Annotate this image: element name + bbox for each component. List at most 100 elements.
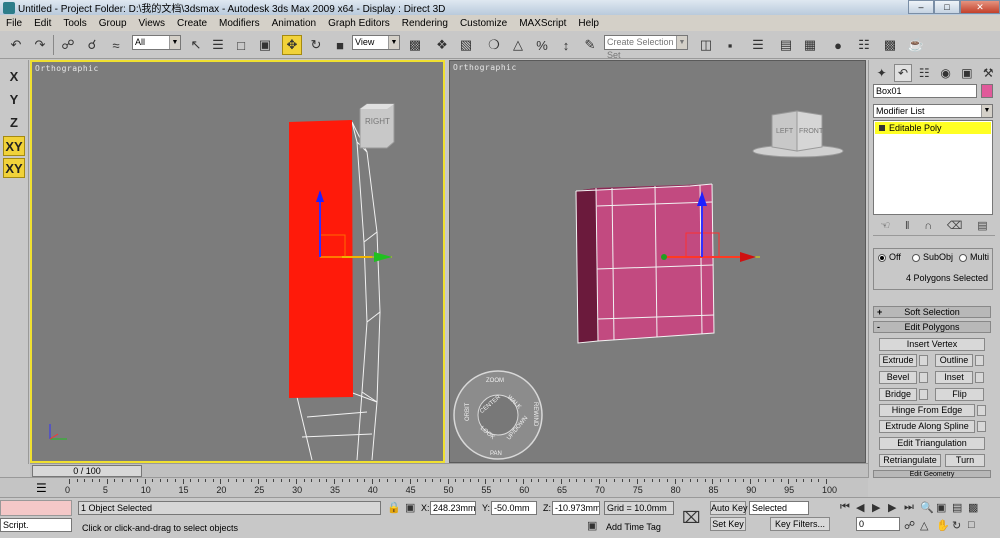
maximize-viewport-icon[interactable]: □ <box>968 519 975 531</box>
object-color-swatch[interactable] <box>981 84 993 98</box>
time-slider-thumb[interactable]: 0 / 100 <box>32 465 142 477</box>
curve-editor-icon[interactable]: ▤ <box>776 35 796 55</box>
menu-maxscript[interactable]: MAXScript <box>513 18 572 29</box>
selection-filter-dropdown[interactable]: All ▼ <box>132 35 181 50</box>
current-frame-input[interactable]: 0 <box>856 517 900 531</box>
zoom-icon[interactable]: 🔍 <box>920 501 934 514</box>
select-and-link-icon[interactable]: ☍ <box>58 35 78 55</box>
set-key-icon[interactable]: ⌧ <box>682 508 700 528</box>
previous-frame-icon[interactable]: ◀ <box>856 501 864 514</box>
named-selection-input[interactable]: Create Selection Set ▼ <box>604 35 688 60</box>
show-end-result-icon[interactable]: ‖ <box>905 220 910 232</box>
select-and-scale-icon[interactable]: ■ <box>330 35 350 55</box>
outline-button[interactable]: Outline <box>935 354 973 367</box>
axis-z-button[interactable]: Z <box>3 112 25 132</box>
zoom-extents-all-icon[interactable]: ▩ <box>968 501 978 514</box>
menu-help[interactable]: Help <box>572 18 605 29</box>
render-setup-icon[interactable]: ☷ <box>854 35 874 55</box>
y-coord-input[interactable]: -50.0mm <box>491 501 537 515</box>
zoom-extents-icon[interactable]: ▤ <box>952 501 962 514</box>
outline-settings-button[interactable] <box>975 355 984 366</box>
absolute-mode-icon[interactable]: ▣ <box>405 501 415 514</box>
select-and-rotate-icon[interactable]: ↻ <box>306 35 326 55</box>
remove-modifier-icon[interactable]: ⌫ <box>947 219 963 232</box>
material-editor-icon[interactable]: ● <box>828 35 848 55</box>
open-mini-curve-editor-icon[interactable]: ☰ <box>36 481 47 495</box>
edit-geometry-rollout[interactable]: Edit Geometry <box>873 470 991 478</box>
utilities-tab-icon[interactable]: ⚒ <box>979 64 997 82</box>
retriangulate-button[interactable]: Retriangulate <box>879 454 941 467</box>
pin-stack-icon[interactable]: ☜ <box>880 219 890 232</box>
time-tag-icon[interactable]: ▣ <box>587 519 597 532</box>
viewport-left[interactable]: Orthographic RIGHT <box>30 60 445 463</box>
percent-snap-icon[interactable]: % <box>532 35 552 55</box>
wheel-pan-label[interactable]: PAN <box>490 451 502 457</box>
hierarchy-tab-icon[interactable]: ☷ <box>915 64 933 82</box>
spinner-snap-icon[interactable]: ↕ <box>556 35 576 55</box>
preview-off-radio[interactable]: Off <box>878 252 901 262</box>
extrude-along-spline-button[interactable]: Extrude Along Spline <box>879 420 975 433</box>
flip-button[interactable]: Flip <box>935 388 984 401</box>
inset-button[interactable]: Inset <box>935 371 973 384</box>
menu-animation[interactable]: Animation <box>266 18 322 29</box>
extrude-settings-button[interactable] <box>919 355 928 366</box>
modifier-list-dropdown[interactable]: Modifier List ▼ <box>873 104 993 118</box>
insert-vertex-button[interactable]: Insert Vertex <box>879 338 985 351</box>
menu-create[interactable]: Create <box>171 18 213 29</box>
extrude-button[interactable]: Extrude <box>879 354 917 367</box>
set-key-button[interactable]: Set Key <box>710 517 746 531</box>
unlink-icon[interactable]: ☌ <box>82 35 102 55</box>
layer-manager-icon[interactable]: ☰ <box>748 35 768 55</box>
go-to-end-icon[interactable]: ⏭ <box>904 501 914 514</box>
object-name-input[interactable]: Box01 <box>873 84 977 98</box>
rectangular-selection-icon[interactable]: □ <box>231 35 251 55</box>
select-object-icon[interactable]: ↖ <box>186 35 206 55</box>
inset-settings-button[interactable] <box>975 372 984 383</box>
select-by-name-icon[interactable]: ☰ <box>208 35 228 55</box>
key-filters-button[interactable]: Key Filters... <box>770 517 830 531</box>
play-icon[interactable]: ▶ <box>872 501 880 514</box>
reference-coordinate-dropdown[interactable]: View ▼ <box>352 35 400 50</box>
axis-xy-button[interactable]: XY <box>3 136 25 156</box>
turn-button[interactable]: Turn <box>945 454 985 467</box>
orbit-icon[interactable]: ↻ <box>952 519 961 532</box>
modify-tab-icon[interactable]: ↶ <box>893 64 912 82</box>
maximize-button[interactable]: □ <box>934 0 960 14</box>
keyboard-shortcut-icon[interactable]: ▧ <box>456 35 476 55</box>
mirror-icon[interactable]: ◫ <box>696 35 716 55</box>
bridge-button[interactable]: Bridge <box>879 388 917 401</box>
axis-y-button[interactable]: Y <box>3 89 25 109</box>
minimize-button[interactable]: – <box>908 0 934 14</box>
select-and-move-icon[interactable]: ✥ <box>282 35 302 55</box>
display-tab-icon[interactable]: ▣ <box>958 64 976 82</box>
edit-named-selection-icon[interactable]: ✎ <box>580 35 600 55</box>
pivot-point-icon[interactable]: ▩ <box>405 35 425 55</box>
axis-xy-cycle-button[interactable]: XY <box>3 158 25 178</box>
stack-item-editable-poly[interactable]: Editable Poly <box>875 122 991 134</box>
key-mode-dropdown[interactable]: Selected <box>749 501 809 515</box>
auto-key-button[interactable]: Auto Key <box>710 501 748 515</box>
z-coord-input[interactable]: -10.973mm <box>552 501 600 515</box>
bevel-button[interactable]: Bevel <box>879 371 917 384</box>
redo-icon[interactable]: ↷ <box>30 35 50 55</box>
hinge-settings-button[interactable] <box>977 405 986 416</box>
time-slider[interactable]: 0 / 100 <box>30 463 868 477</box>
make-unique-icon[interactable]: ∩ <box>924 220 932 232</box>
time-config-icon[interactable]: ☍ <box>904 519 915 532</box>
menu-views[interactable]: Views <box>133 18 172 29</box>
field-of-view-icon[interactable]: △ <box>920 519 928 532</box>
manipulate-icon[interactable]: ❖ <box>432 35 452 55</box>
hinge-from-edge-button[interactable]: Hinge From Edge <box>879 404 975 417</box>
maxscript-input[interactable]: Script. <box>0 518 72 532</box>
menu-edit[interactable]: Edit <box>28 18 57 29</box>
motion-tab-icon[interactable]: ◉ <box>937 64 955 82</box>
menu-modifiers[interactable]: Modifiers <box>213 18 266 29</box>
angle-snap-icon[interactable]: △ <box>508 35 528 55</box>
align-icon[interactable]: ▪ <box>720 35 740 55</box>
wheel-zoom-label[interactable]: ZOOM <box>486 378 504 384</box>
add-time-tag-label[interactable]: Add Time Tag <box>606 522 661 532</box>
viewport-right[interactable]: Orthographic LEFT FRONT ZOOM ORBIT CENTE… <box>449 60 866 463</box>
go-to-start-icon[interactable]: ⏮ <box>840 501 850 514</box>
snaps-toggle-icon[interactable]: ❍ <box>484 35 504 55</box>
configure-sets-icon[interactable]: ▤ <box>977 219 987 232</box>
